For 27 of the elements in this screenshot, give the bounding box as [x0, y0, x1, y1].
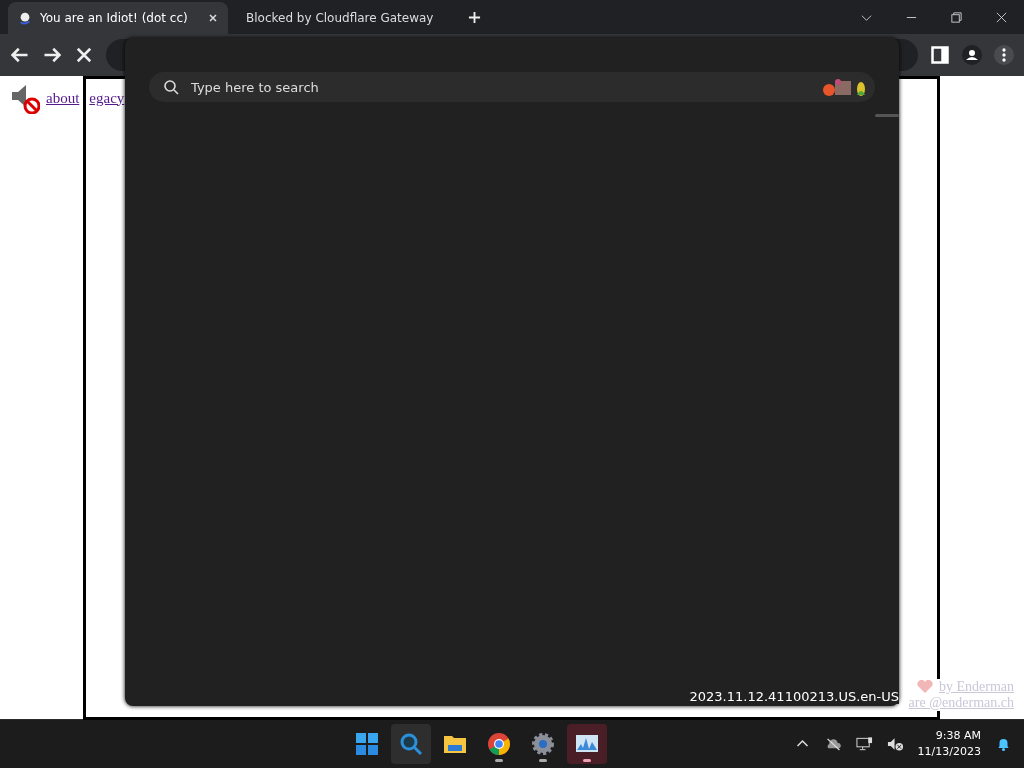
- clock-date[interactable]: 11/13/2023: [917, 744, 981, 760]
- back-icon[interactable]: [10, 45, 30, 65]
- search-icon: [163, 79, 179, 95]
- taskbar-button[interactable]: [566, 724, 607, 764]
- search-field[interactable]: Type here to search: [149, 72, 875, 102]
- profile-icon[interactable]: [962, 45, 982, 65]
- menu-icon[interactable]: [994, 45, 1014, 65]
- side-panel-icon[interactable]: [930, 45, 950, 65]
- forward-icon[interactable]: [42, 45, 62, 65]
- network-icon[interactable]: [855, 736, 873, 752]
- new-tab-icon[interactable]: [468, 11, 481, 24]
- browser-tab[interactable]: Blocked by Cloudflare Gateway: [228, 2, 448, 34]
- close-icon[interactable]: [208, 13, 218, 23]
- chrome-icon: [486, 732, 511, 756]
- search-icon: [398, 732, 423, 756]
- windows-logo-icon: [354, 732, 379, 756]
- version-text: 2023.11.12.41100213.US.en-US: [689, 689, 899, 704]
- cloud-off-icon[interactable]: [824, 736, 842, 752]
- browser-tab[interactable]: You are an Idiot! (dot cc): [8, 2, 228, 34]
- gear-icon: [530, 732, 555, 756]
- stop-icon[interactable]: [74, 45, 94, 65]
- muted-volume-icon[interactable]: [886, 736, 904, 752]
- close-icon[interactable]: [995, 11, 1008, 24]
- clock-time[interactable]: 9:38 AM: [935, 728, 981, 744]
- heart-icon: [916, 680, 933, 694]
- restore-icon[interactable]: [950, 11, 963, 24]
- text-link[interactable]: about: [46, 89, 80, 107]
